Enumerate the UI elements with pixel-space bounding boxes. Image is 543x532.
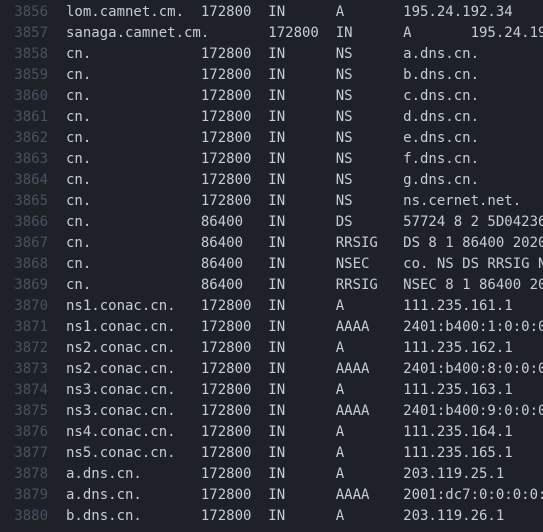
line-content: ns3.conac.cn. 172800 IN AAAA 2401:b400:9… [66,401,543,422]
line-number: 3868 [0,254,66,275]
code-line: 3861cn. 172800 IN NS d.dns.cn. [0,107,543,128]
code-line: 3864cn. 172800 IN NS g.dns.cn. [0,170,543,191]
code-line: 3869cn. 86400 IN RRSIG NSEC 8 1 86400 20… [0,275,543,296]
line-number: 3859 [0,65,66,86]
line-number: 3879 [0,485,66,506]
code-line: 3879a.dns.cn. 172800 IN AAAA 2001:dc7:0:… [0,485,543,506]
line-number: 3873 [0,359,66,380]
line-content: cn. 172800 IN NS e.dns.cn. [66,128,543,149]
code-line: 3873ns2.conac.cn. 172800 IN AAAA 2401:b4… [0,359,543,380]
line-content: cn. 86400 IN RRSIG NSEC 8 1 86400 202008… [66,275,543,296]
line-content: ns1.conac.cn. 172800 IN AAAA 2401:b400:1… [66,317,543,338]
code-line: 3878a.dns.cn. 172800 IN A 203.119.25.1 [0,464,543,485]
line-content: ns2.conac.cn. 172800 IN A 111.235.162.1 [66,338,543,359]
code-line: 3870ns1.conac.cn. 172800 IN A 111.235.16… [0,296,543,317]
line-content: cn. 86400 IN DS 57724 8 2 5D0423633EB24A… [66,212,543,233]
line-content: a.dns.cn. 172800 IN AAAA 2001:dc7:0:0:0:… [66,485,543,506]
line-content: ns4.conac.cn. 172800 IN A 111.235.164.1 [66,422,543,443]
line-content: cn. 172800 IN NS a.dns.cn. [66,44,543,65]
code-line: 3866cn. 86400 IN DS 57724 8 2 5D0423633E… [0,212,543,233]
code-line: 3871ns1.conac.cn. 172800 IN AAAA 2401:b4… [0,317,543,338]
line-number: 3871 [0,317,66,338]
code-line: 3865cn. 172800 IN NS ns.cernet.net. [0,191,543,212]
code-line: 3868cn. 86400 IN NSEC co. NS DS RRSIG NS… [0,254,543,275]
line-content: b.dns.cn. 172800 IN A 203.119.26.1 [66,506,543,527]
line-content: cn. 86400 IN NSEC co. NS DS RRSIG NSEC [66,254,543,275]
code-line: 3863cn. 172800 IN NS f.dns.cn. [0,149,543,170]
line-content: cn. 172800 IN NS ns.cernet.net. [66,191,543,212]
line-content: ns2.conac.cn. 172800 IN AAAA 2401:b400:8… [66,359,543,380]
line-number: 3863 [0,149,66,170]
code-line: 3862cn. 172800 IN NS e.dns.cn. [0,128,543,149]
line-number: 3862 [0,128,66,149]
line-content: cn. 172800 IN NS f.dns.cn. [66,149,543,170]
code-line: 3872ns2.conac.cn. 172800 IN A 111.235.16… [0,338,543,359]
line-content: ns1.conac.cn. 172800 IN A 111.235.161.1 [66,296,543,317]
line-number: 3860 [0,86,66,107]
line-content: cn. 172800 IN NS c.dns.cn. [66,86,543,107]
line-content: lom.camnet.cm. 172800 IN A 195.24.192.34 [66,2,543,23]
line-number: 3874 [0,380,66,401]
line-number: 3864 [0,170,66,191]
line-content: cn. 172800 IN NS d.dns.cn. [66,107,543,128]
code-line: 3877ns5.conac.cn. 172800 IN A 111.235.16… [0,443,543,464]
line-number: 3877 [0,443,66,464]
line-content: sanaga.camnet.cm. 172800 IN A 195.24.192… [66,23,543,44]
line-number: 3861 [0,107,66,128]
code-line: 3874ns3.conac.cn. 172800 IN A 111.235.16… [0,380,543,401]
line-number: 3858 [0,44,66,65]
line-content: a.dns.cn. 172800 IN A 203.119.25.1 [66,464,543,485]
line-number: 3878 [0,464,66,485]
code-line: 3857sanaga.camnet.cm. 172800 IN A 195.24… [0,23,543,44]
line-content: cn. 172800 IN NS g.dns.cn. [66,170,543,191]
line-number: 3866 [0,212,66,233]
line-number: 3857 [0,23,66,44]
line-number: 3880 [0,506,66,527]
code-line: 3867cn. 86400 IN RRSIG DS 8 1 86400 2020… [0,233,543,254]
line-number: 3876 [0,422,66,443]
line-content: cn. 86400 IN RRSIG DS 8 1 86400 20200824… [66,233,543,254]
line-content: cn. 172800 IN NS b.dns.cn. [66,65,543,86]
line-number: 3865 [0,191,66,212]
code-line: 3880b.dns.cn. 172800 IN A 203.119.26.1 [0,506,543,527]
code-line: 3875ns3.conac.cn. 172800 IN AAAA 2401:b4… [0,401,543,422]
code-line: 3858cn. 172800 IN NS a.dns.cn. [0,44,543,65]
line-content: ns5.conac.cn. 172800 IN A 111.235.165.1 [66,443,543,464]
code-line: 3876ns4.conac.cn. 172800 IN A 111.235.16… [0,422,543,443]
line-number: 3875 [0,401,66,422]
code-editor: 3856lom.camnet.cm. 172800 IN A 195.24.19… [0,0,543,527]
line-number: 3856 [0,2,66,23]
line-content: ns3.conac.cn. 172800 IN A 111.235.163.1 [66,380,543,401]
line-number: 3869 [0,275,66,296]
code-line: 3859cn. 172800 IN NS b.dns.cn. [0,65,543,86]
code-line: 3860cn. 172800 IN NS c.dns.cn. [0,86,543,107]
line-number: 3872 [0,338,66,359]
line-number: 3867 [0,233,66,254]
code-line: 3856lom.camnet.cm. 172800 IN A 195.24.19… [0,2,543,23]
line-number: 3870 [0,296,66,317]
